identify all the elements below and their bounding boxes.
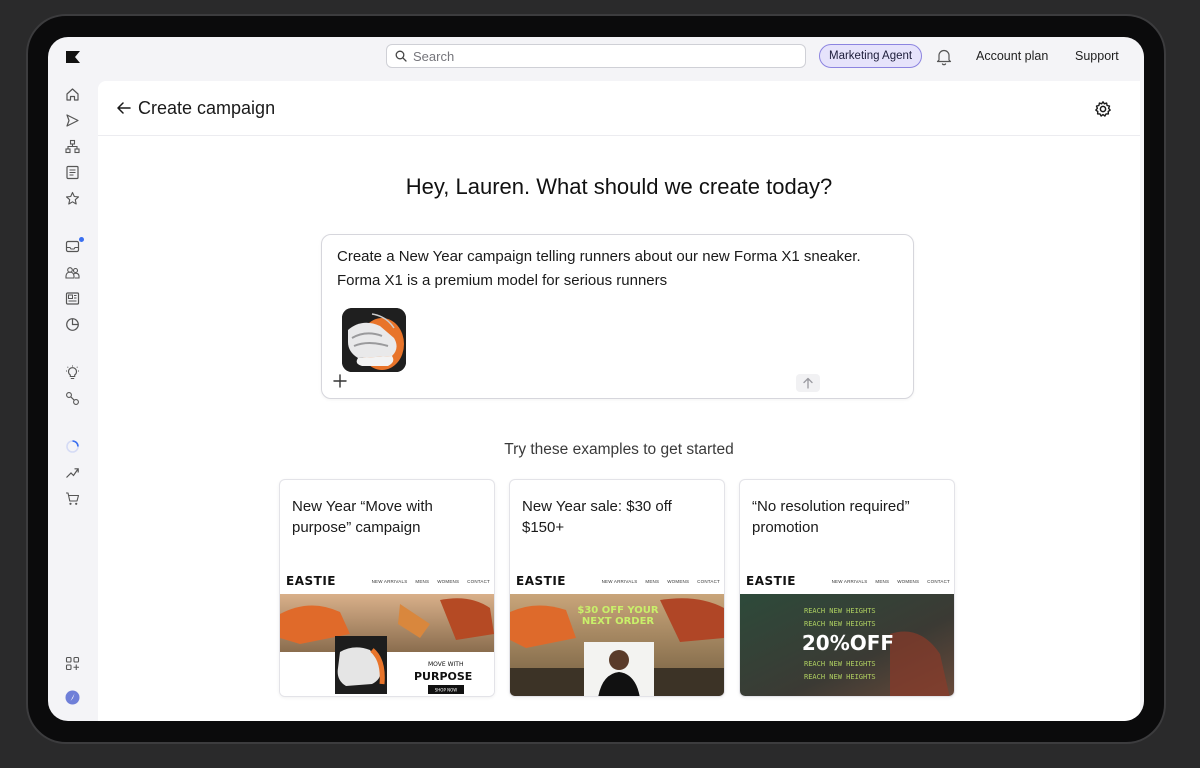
- greeting-heading: Hey, Lauren. What should we create today…: [405, 174, 833, 199]
- prompt-text[interactable]: Create a New Year campaign telling runne…: [337, 245, 897, 293]
- back-arrow-icon[interactable]: [116, 100, 132, 116]
- page-title: Create campaign: [138, 98, 276, 118]
- email-preview-header: EASTIE NEW ARRIVALS MENS WOMENS CONTACT: [740, 568, 954, 594]
- card-title: “No resolution required” promotion: [752, 498, 910, 536]
- hero-discount: 20%OFF: [802, 631, 894, 655]
- hero-line-2: NEXT ORDER: [582, 616, 655, 627]
- examples-heading: Try these examples to get started: [504, 441, 734, 458]
- sidebar-analytics-pie-icon[interactable]: [65, 317, 80, 332]
- main-panel: Create campaign Hey, Lauren. What should…: [98, 81, 1140, 721]
- inbox-notification-dot: [79, 237, 84, 242]
- top-bar: Marketing Agent Account plan Support: [48, 37, 1144, 77]
- sidebar-send-icon[interactable]: [65, 113, 80, 128]
- sidebar-cart-icon[interactable]: [65, 491, 80, 506]
- email-preview-hero: REACH NEW HEIGHTS REACH NEW HEIGHTS 20%O…: [740, 594, 954, 696]
- sidebar: [48, 77, 96, 721]
- card-title: New Year “Move with purpose” campaign: [292, 498, 433, 536]
- brand-name: EASTIE: [286, 574, 336, 588]
- marketing-agent-button[interactable]: Marketing Agent: [819, 44, 923, 68]
- notification-bell-icon[interactable]: [936, 48, 952, 66]
- arrow-up-icon: [803, 377, 813, 389]
- brand-nav: NEW ARRIVALS MENS WOMENS CONTACT: [371, 578, 490, 584]
- hero-line-1: $30 OFF YOUR: [577, 605, 659, 616]
- add-attachment-icon[interactable]: [332, 373, 348, 389]
- sidebar-hierarchy-icon[interactable]: [65, 139, 80, 154]
- user-avatar[interactable]: [65, 690, 80, 705]
- sidebar-lightbulb-icon[interactable]: [65, 365, 80, 380]
- sidebar-apps-grid-icon[interactable]: [65, 656, 80, 671]
- brand-name: EASTIE: [746, 574, 796, 588]
- sidebar-integrations-icon[interactable]: [65, 391, 80, 406]
- app-screen: Marketing Agent Account plan Support: [48, 37, 1144, 721]
- brand-nav: NEW ARRIVALS MENS WOMENS CONTACT: [831, 578, 950, 584]
- brand-logo-icon[interactable]: [66, 51, 80, 63]
- gear-icon[interactable]: [1094, 100, 1112, 118]
- search-input[interactable]: [413, 48, 793, 64]
- example-card-move-with-purpose[interactable]: New Year “Move with purpose” campaign EA…: [279, 479, 495, 697]
- hero-repeat-line: REACH NEW HEIGHTS: [804, 673, 876, 681]
- example-card-no-resolution[interactable]: “No resolution required” promotion EASTI…: [739, 479, 955, 697]
- card-title: New Year sale: $30 off $150+: [522, 498, 672, 536]
- email-preview-header: EASTIE NEW ARRIVALS MENS WOMENS CONTACT: [280, 568, 494, 594]
- email-preview-hero: $30 OFF YOUR NEXT ORDER: [510, 594, 724, 696]
- sidebar-document-icon[interactable]: [65, 165, 80, 180]
- search-icon: [395, 50, 407, 62]
- sidebar-content-icon[interactable]: [65, 291, 80, 306]
- hero-repeat-line: REACH NEW HEIGHTS: [804, 607, 876, 615]
- sidebar-audience-icon[interactable]: [65, 265, 80, 280]
- search-box[interactable]: [386, 44, 806, 68]
- sidebar-loading-spinner-icon[interactable]: [65, 439, 80, 454]
- hero-repeat-line: REACH NEW HEIGHTS: [804, 620, 876, 628]
- brand-name: EASTIE: [516, 574, 566, 588]
- sidebar-trend-icon[interactable]: [65, 465, 80, 480]
- support-link[interactable]: Support: [1075, 49, 1119, 63]
- hero-line-1: MOVE WITH: [428, 661, 463, 668]
- sidebar-star-icon[interactable]: [65, 191, 80, 206]
- page-header: Create campaign: [98, 81, 1140, 136]
- email-preview-header: EASTIE NEW ARRIVALS MENS WOMENS CONTACT: [510, 568, 724, 594]
- prompt-input-box[interactable]: Create a New Year campaign telling runne…: [321, 234, 914, 399]
- example-card-new-year-sale[interactable]: New Year sale: $30 off $150+ EASTIE NEW …: [509, 479, 725, 697]
- sidebar-home-icon[interactable]: [65, 87, 80, 102]
- hero-line-2: PURPOSE: [414, 670, 472, 683]
- shop-now-button: SHOP NOW: [435, 688, 458, 693]
- email-preview-hero: MOVE WITH PURPOSE SHOP NOW: [280, 594, 494, 696]
- attached-shoe-image[interactable]: [342, 308, 406, 372]
- sidebar-inbox-icon[interactable]: [65, 239, 80, 254]
- account-plan-link[interactable]: Account plan: [976, 49, 1048, 63]
- brand-nav: NEW ARRIVALS MENS WOMENS CONTACT: [601, 578, 720, 584]
- hero-repeat-line: REACH NEW HEIGHTS: [804, 660, 876, 668]
- send-button[interactable]: [796, 374, 820, 392]
